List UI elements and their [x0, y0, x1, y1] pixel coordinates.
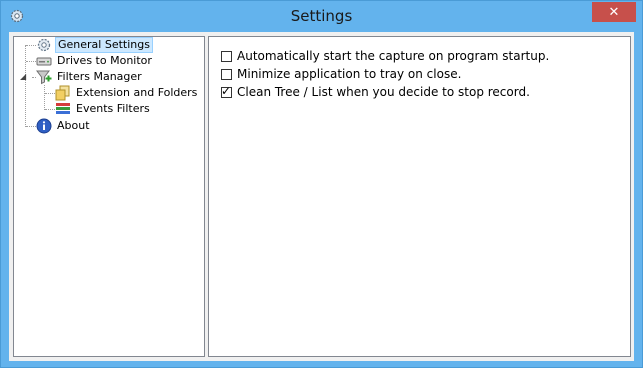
- option-minimize-to-tray[interactable]: Minimize application to tray on close.: [221, 67, 461, 81]
- tree-item-events-filters[interactable]: Events Filters: [55, 101, 152, 117]
- settings-tree[interactable]: General Settings Drives to Monitor ◢ Fil…: [13, 36, 205, 357]
- tree-item-label: Extension and Folders: [76, 86, 198, 99]
- tree-item-label: General Settings: [55, 37, 153, 53]
- settings-window: Settings ✕ General Settings Drives to Mo…: [0, 0, 643, 368]
- collapse-icon[interactable]: ◢: [20, 73, 28, 81]
- tree-item-label: Events Filters: [76, 102, 150, 115]
- events-icon: [55, 101, 71, 117]
- option-label: Minimize application to tray on close.: [237, 67, 462, 81]
- option-clean-tree[interactable]: ✓ Clean Tree / List when you decide to s…: [221, 83, 530, 99]
- close-button[interactable]: ✕: [592, 2, 636, 22]
- option-auto-start[interactable]: Automatically start the capture on progr…: [221, 49, 549, 63]
- tree-item-general-settings[interactable]: General Settings: [36, 37, 153, 53]
- window-title: Settings: [290, 7, 353, 25]
- checkbox[interactable]: [221, 50, 232, 62]
- tree-item-drives-to-monitor[interactable]: Drives to Monitor: [36, 53, 154, 69]
- drive-icon: [36, 53, 52, 69]
- close-icon: ✕: [608, 4, 620, 20]
- filter-icon: [36, 69, 52, 85]
- general-settings-panel: Automatically start the capture on progr…: [208, 36, 631, 357]
- tree-item-about[interactable]: About: [36, 118, 92, 134]
- client-area: General Settings Drives to Monitor ◢ Fil…: [9, 32, 634, 361]
- check-icon: ✓: [221, 83, 232, 98]
- title-bar[interactable]: Settings ✕: [1, 1, 642, 31]
- tree-item-label: Filters Manager: [57, 70, 142, 83]
- option-label: Clean Tree / List when you decide to sto…: [237, 85, 530, 99]
- tree-item-filters-manager[interactable]: Filters Manager: [36, 69, 144, 85]
- checkbox[interactable]: [221, 68, 232, 80]
- tree-item-label: About: [57, 119, 90, 132]
- tree-item-label: Drives to Monitor: [57, 54, 152, 67]
- tree-item-extension-and-folders[interactable]: Extension and Folders: [55, 85, 199, 101]
- option-label: Automatically start the capture on progr…: [237, 49, 550, 63]
- info-icon: [36, 118, 52, 134]
- gear-icon: [36, 37, 52, 53]
- checkbox-checked[interactable]: ✓: [221, 83, 232, 98]
- folder-icon: [55, 85, 71, 101]
